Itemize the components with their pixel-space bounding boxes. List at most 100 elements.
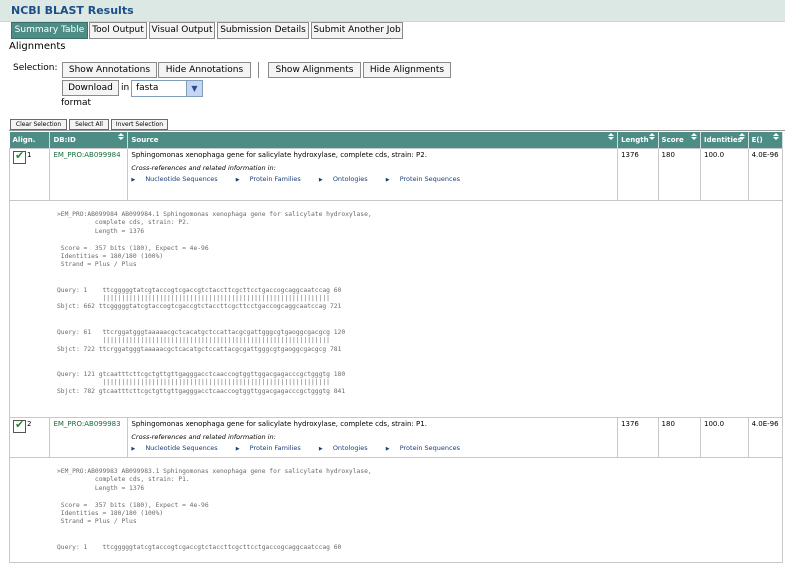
xref-protein-families-link[interactable]: ▶ Protein Families (236, 444, 309, 452)
table-row: ✔ 1 EM_PRO:AB099984 Sphingomonas xenophag… (8, 148, 784, 201)
format-select[interactable]: fasta ▼ (131, 80, 203, 97)
column-label: Align. (12, 136, 36, 144)
identities-cell: 100.0 (700, 148, 749, 201)
length-cell: 1376 (617, 148, 659, 201)
xref-link-label: Nucleotide Sequences (145, 444, 218, 452)
show-annotations-button[interactable]: Show Annotations (62, 62, 157, 78)
xref-link-label: Protein Sequences (399, 175, 461, 183)
show-alignments-button[interactable]: Show Alignments (268, 62, 361, 78)
column-header-evalue[interactable]: E() (748, 132, 784, 149)
title-bar: NCBI BLAST Results (0, 0, 785, 22)
check-icon: ✔ (15, 418, 25, 431)
triangle-right-icon: ▶ (235, 446, 240, 452)
select-all-button[interactable]: Select All (69, 119, 109, 130)
sort-icon[interactable] (691, 133, 698, 140)
table-row: ✔ 2 EM_PRO:AB099983 Sphingomonas xenophag… (8, 417, 784, 458)
dbid-link[interactable]: EM_PRO:AB099984 (53, 151, 120, 159)
hide-alignments-button[interactable]: Hide Alignments (363, 62, 451, 78)
xref-links: ▶ Nucleotide Sequences ▶ Protein Familie… (131, 175, 614, 183)
toolbar-divider (258, 62, 259, 78)
row-checkbox[interactable]: ✔ (13, 149, 26, 164)
source-cell: Sphingomonas xenophaga gene for salicyla… (127, 417, 619, 458)
table-header: Align. DB:ID Source Length Score Identit… (9, 132, 784, 149)
column-header-dbid[interactable]: DB:ID (49, 132, 129, 149)
evalue-cell: 4.0E-96 (747, 148, 784, 201)
alignment-detail-row: >EM_PRO:AB099983 AB099983.1 Sphingomonas… (9, 457, 783, 563)
tab-tool-output[interactable]: Tool Output (89, 22, 147, 39)
row-number: 2 (27, 420, 32, 428)
identities-cell: 100.0 (700, 417, 749, 458)
dbid-cell: EM_PRO:AB099983 (49, 417, 129, 458)
source-description: Sphingomonas xenophaga gene for salicyla… (131, 151, 427, 159)
row-checkbox[interactable]: ✔ (13, 418, 26, 433)
column-header-align[interactable]: Align. (9, 132, 51, 149)
format-label: format (61, 98, 92, 108)
check-icon: ✔ (15, 149, 25, 162)
align-cell: ✔ 2 (8, 417, 51, 458)
xref-link-label: Protein Sequences (399, 444, 461, 452)
column-label: Source (131, 136, 159, 144)
xref-label: Cross-references and related information… (131, 433, 276, 441)
xref-protein-families-link[interactable]: ▶ Protein Families (236, 175, 309, 183)
tab-visual-output[interactable]: Visual Output (149, 22, 215, 39)
invert-selection-button[interactable]: Invert Selection (111, 119, 168, 130)
sort-icon[interactable] (773, 133, 779, 140)
sort-icon[interactable] (118, 133, 125, 140)
triangle-right-icon: ▶ (385, 446, 390, 452)
align-cell: ✔ 1 (8, 148, 51, 201)
alignment-text: >EM_PRO:AB099984 AB099984.1 Sphingomonas… (57, 211, 372, 395)
format-select-value: fasta (136, 83, 159, 93)
triangle-right-icon: ▶ (318, 177, 323, 183)
xref-protein-sequences-link[interactable]: ▶ Protein Sequences (386, 444, 468, 452)
divider (9, 130, 785, 131)
alignment-text: >EM_PRO:AB099983 AB099983.1 Sphingomonas… (57, 468, 372, 551)
source-cell: Sphingomonas xenophaga gene for salicyla… (127, 148, 619, 201)
sort-icon[interactable] (648, 133, 655, 140)
dbid-link[interactable]: EM_PRO:AB099983 (53, 420, 120, 428)
tab-summary-table[interactable]: Summary Table (11, 22, 88, 39)
column-header-score[interactable]: Score (658, 132, 702, 149)
alignment-detail: >EM_PRO:AB099984 AB099984.1 Sphingomonas… (9, 200, 783, 418)
clear-selection-button[interactable]: Clear Selection (10, 119, 67, 130)
xref-ontologies-link[interactable]: ▶ Ontologies (319, 444, 376, 452)
column-label: DB:ID (53, 136, 76, 144)
in-label: in (121, 83, 130, 93)
tab-submission-details[interactable]: Submission Details (217, 22, 309, 39)
column-label: Length (621, 136, 649, 144)
xref-link-label: Protein Families (249, 175, 301, 183)
triangle-right-icon: ▶ (235, 177, 240, 183)
xref-link-label: Ontologies (332, 444, 368, 452)
xref-nucleotide-link[interactable]: ▶ Nucleotide Sequences (131, 175, 225, 183)
xref-protein-sequences-link[interactable]: ▶ Protein Sequences (386, 175, 468, 183)
triangle-right-icon: ▶ (318, 446, 323, 452)
column-label: Score (661, 136, 684, 144)
dbid-cell: EM_PRO:AB099984 (49, 148, 129, 201)
alignment-detail: >EM_PRO:AB099983 AB099983.1 Sphingomonas… (9, 457, 783, 563)
evalue-cell: 4.0E-96 (747, 417, 784, 458)
source-description: Sphingomonas xenophaga gene for salicyla… (131, 420, 427, 428)
triangle-right-icon: ▶ (385, 177, 390, 183)
hide-annotations-button[interactable]: Hide Annotations (158, 62, 251, 78)
column-header-source[interactable]: Source (127, 132, 619, 149)
xref-nucleotide-link[interactable]: ▶ Nucleotide Sequences (131, 444, 225, 452)
sort-icon[interactable] (608, 133, 615, 140)
alignment-detail-row: >EM_PRO:AB099984 AB099984.1 Sphingomonas… (9, 200, 783, 418)
chevron-down-icon[interactable]: ▼ (186, 81, 202, 96)
tab-submit-another-job[interactable]: Submit Another Job (311, 22, 403, 39)
column-header-identities[interactable]: Identities (700, 132, 749, 149)
triangle-right-icon: ▶ (131, 446, 136, 452)
xref-ontologies-link[interactable]: ▶ Ontologies (319, 175, 376, 183)
alignments-heading: Alignments (9, 41, 66, 52)
sort-icon[interactable] (738, 133, 745, 140)
xref-links: ▶ Nucleotide Sequences ▶ Protein Familie… (131, 444, 614, 452)
results-table: Align. DB:ID Source Length Score Identit… (8, 132, 784, 563)
xref-label: Cross-references and related information… (131, 164, 276, 172)
column-label: Identities (704, 136, 742, 144)
xref-link-label: Protein Families (249, 444, 301, 452)
page-title: NCBI BLAST Results (11, 4, 134, 17)
triangle-right-icon: ▶ (131, 177, 136, 183)
column-header-length[interactable]: Length (617, 132, 659, 149)
score-cell: 180 (657, 417, 702, 458)
download-button[interactable]: Download (62, 80, 119, 96)
row-number: 1 (27, 151, 32, 159)
